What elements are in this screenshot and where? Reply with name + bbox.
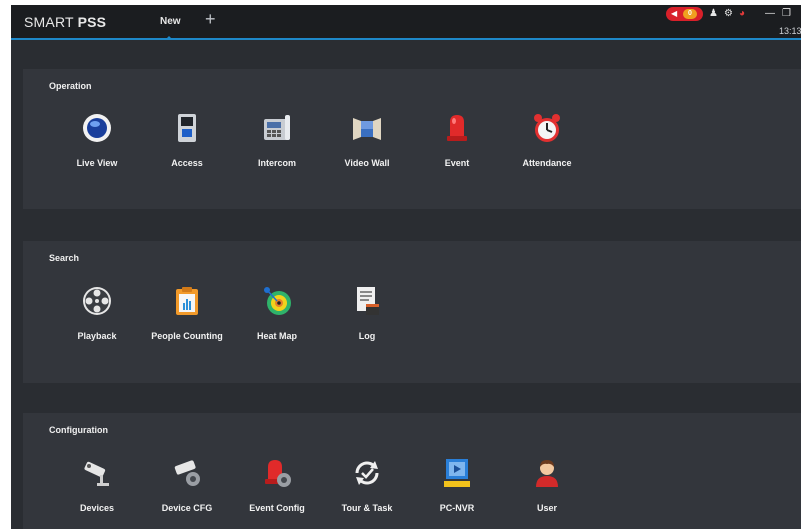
tile-label: Live View [76,158,118,168]
tile-label: Attendance [522,158,572,168]
minimize-icon[interactable]: — [765,8,775,20]
tile-live-view[interactable]: Live View [52,104,142,194]
tile-label: Heat Map [256,331,297,341]
log-icon [357,287,379,315]
tile-label: Device CFG [161,503,213,513]
search-section: Search Playback People Counting Heat Map… [23,241,801,383]
alarm-count-badge: 0 [683,9,697,19]
playback-icon [83,287,111,315]
section-title-operation: Operation [49,81,92,91]
gear-icon[interactable]: ⚙ [724,8,733,20]
alarm-button[interactable]: ◀ 0 [666,7,703,21]
tile-attendance[interactable]: Attendance [502,104,592,194]
pc-nvr-icon [444,459,470,487]
tile-label: People Counting [151,331,223,341]
attendance-icon [534,114,560,142]
event-icon [447,115,467,141]
tile-label: PC-NVR [439,503,475,513]
section-title-search: Search [49,253,80,263]
tile-playback[interactable]: Playback [52,277,142,367]
active-tab-indicator [166,36,172,39]
tile-event-config[interactable]: Event Config [232,449,322,529]
restore-icon[interactable]: ❐ [782,8,791,20]
tile-label: Event [444,158,470,168]
tile-label: Access [171,158,203,168]
app-logo: SMART PSS [24,14,106,30]
tile-label: Event Config [249,503,305,513]
tile-label: Playback [77,331,117,341]
devices-icon [84,461,109,486]
tile-access[interactable]: Access [142,104,232,194]
tile-device-cfg[interactable]: Device CFG [142,449,232,529]
brand-text: SMART [24,14,78,30]
device-cfg-icon [174,460,200,486]
tile-label: Tour & Task [341,503,393,513]
tile-pc-nvr[interactable]: PC-NVR [412,449,502,529]
people-counting-icon [176,287,198,315]
intercom-icon [264,115,290,140]
live-view-icon [83,114,111,142]
tile-label: Log [358,331,376,341]
cpu-gauge-icon[interactable]: ◕ [739,8,745,20]
tab-new[interactable]: New [160,16,181,27]
clock-time: 13:13: [779,26,801,36]
tile-tour-task[interactable]: Tour & Task [322,449,412,529]
speaker-icon: ◀ [671,9,678,18]
tile-heat-map[interactable]: Heat Map [232,277,322,367]
top-bar: SMART PSS New + ◀ 0 ♟ ⚙ ◕ — ❐ 13:13: [11,5,801,40]
tile-label: Intercom [257,158,296,168]
event-config-icon [265,460,291,487]
tile-label: User [536,503,557,513]
operation-section: Operation Live View Access Intercom Vide… [23,69,801,209]
tour-task-icon [355,461,379,485]
tile-video-wall[interactable]: Video Wall [322,104,412,194]
tile-log[interactable]: Log [322,277,412,367]
tile-devices[interactable]: Devices [52,449,142,529]
user-icon [536,460,558,487]
tile-event[interactable]: Event [412,104,502,194]
tile-people-counting[interactable]: People Counting [142,277,232,367]
brand-text-bold: PSS [77,14,107,30]
configuration-section: Configuration Devices Device CFG Event C… [23,413,801,529]
user-account-icon[interactable]: ♟ [709,8,718,20]
video-wall-icon [353,118,381,140]
tile-intercom[interactable]: Intercom [232,104,322,194]
heat-map-icon [264,287,291,315]
tile-label: Video Wall [344,158,390,168]
section-title-configuration: Configuration [49,425,108,435]
tile-user[interactable]: User [502,449,592,529]
tile-label: Devices [79,503,115,513]
access-icon [178,114,196,142]
app-window: SMART PSS New + ◀ 0 ♟ ⚙ ◕ — ❐ 13:13: Ope… [11,5,801,529]
add-tab-button[interactable]: + [205,10,216,28]
